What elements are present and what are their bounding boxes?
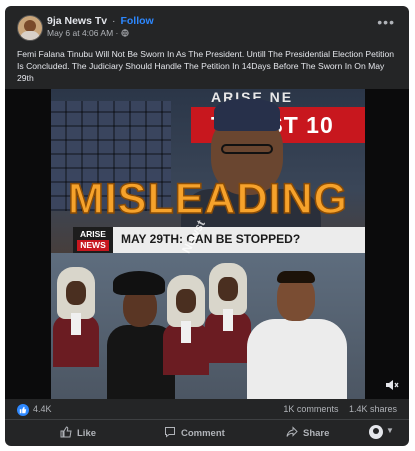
- avatar[interactable]: [17, 15, 43, 41]
- chevron-down-icon: ▼: [386, 426, 394, 435]
- like-label: Like: [77, 428, 97, 439]
- video-frame[interactable]: ARISE NE THE ST 10: [51, 89, 365, 399]
- presenter-cap: [214, 99, 280, 131]
- avatar-shoulders: [20, 31, 40, 40]
- share-count[interactable]: 1.4K shares: [349, 404, 397, 414]
- comment-button[interactable]: Comment: [163, 426, 225, 439]
- post-header: 9ja News Tv · Follow May 6 at 4:06 AM · …: [5, 6, 409, 46]
- globe-icon: [121, 29, 129, 37]
- logo-line-2: NEWS: [77, 240, 109, 251]
- judge-face: [176, 289, 196, 313]
- separator-dot: ·: [112, 15, 116, 27]
- video-player[interactable]: ARISE NE THE ST 10: [5, 89, 409, 399]
- share-icon: [286, 426, 298, 437]
- video-headline: MAY 29TH: CAN BE STOPPED?: [121, 232, 301, 246]
- logo-line-1: ARISE: [80, 229, 106, 239]
- misleading-overlay-label: MISLEADING: [67, 174, 348, 224]
- author-row: 9ja News Tv · Follow: [47, 15, 154, 27]
- author-name[interactable]: 9ja News Tv: [47, 15, 107, 27]
- judge-face: [66, 281, 86, 305]
- justice-hat: [113, 271, 165, 295]
- judge-figure: [205, 263, 251, 363]
- comment-icon: [165, 427, 175, 438]
- young-man-body: [247, 319, 347, 399]
- judge-face: [218, 277, 238, 301]
- thumbs-up-icon: [60, 426, 72, 438]
- follow-button[interactable]: Follow: [120, 15, 153, 27]
- arise-news-logo: ARISE NEWS: [73, 227, 113, 253]
- judge-bib: [223, 309, 233, 331]
- profile-icon: [369, 425, 383, 439]
- post-meta: May 6 at 4:06 AM ·: [47, 28, 129, 38]
- action-bar: Like Comment Share ▼: [5, 420, 409, 446]
- separator-dot: ·: [115, 28, 119, 38]
- comment-count[interactable]: 1K comments: [283, 404, 338, 414]
- share-label: Share: [303, 428, 330, 439]
- post-timestamp[interactable]: May 6 at 4:06 AM: [47, 28, 113, 38]
- share-button[interactable]: Share: [285, 426, 329, 439]
- reaction-count[interactable]: 4.4K: [33, 404, 52, 414]
- judge-bib: [71, 313, 81, 335]
- speaker-mute-icon[interactable]: [385, 378, 399, 392]
- judge-bib: [181, 321, 191, 343]
- more-options-icon[interactable]: •••: [377, 14, 395, 30]
- young-man-hair: [277, 271, 315, 283]
- like-button[interactable]: Like: [59, 426, 96, 439]
- like-reaction-icon[interactable]: [17, 404, 29, 416]
- engagement-stats: 4.4K 1K comments 1.4K shares: [5, 399, 409, 420]
- account-switcher[interactable]: ▼: [369, 425, 395, 441]
- judge-figure: [53, 267, 99, 367]
- presenter-glasses: [221, 144, 273, 154]
- post-card: 9ja News Tv · Follow May 6 at 4:06 AM · …: [5, 6, 409, 446]
- post-caption: Femi Falana Tinubu Will Not Be Sworn In …: [17, 49, 395, 83]
- collage-scene: [51, 253, 365, 399]
- judge-figure: [163, 275, 209, 375]
- comment-share-counts: 1K comments 1.4K shares: [275, 404, 397, 414]
- comment-label: Comment: [181, 428, 225, 439]
